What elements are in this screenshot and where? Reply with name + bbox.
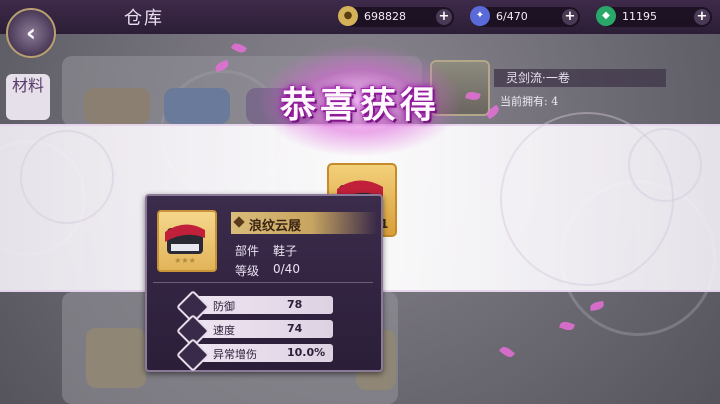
tab-materials[interactable]: 材料 (6, 74, 50, 120)
stamina-value: 6/470 (496, 10, 528, 23)
add-coins-button[interactable]: + (436, 9, 452, 25)
grid-item-slot[interactable] (86, 328, 146, 388)
jade-icon: ◆ (596, 6, 616, 26)
shoe-icon: ★★★ (165, 224, 205, 265)
level-value: 0/40 (273, 262, 300, 276)
coin-value: 698828 (364, 10, 406, 23)
jade-value: 11195 (622, 10, 657, 23)
stat-row-status-damage: 异常增伤 10.0% (187, 344, 333, 362)
selected-item-name: 灵剑流·一卷 (494, 69, 666, 87)
chevron-left-icon: ‹ (26, 19, 36, 47)
page-title: 仓库 (124, 8, 164, 29)
ring-decoration (20, 130, 114, 224)
stat-row-defense: 防御 78 (187, 296, 333, 314)
item-tooltip: ★★★ 浪纹云屐 部件 鞋子 等级 0/40 防御 78 速度 74 异常增伤 … (145, 194, 383, 372)
stat-label: 防御 (213, 300, 235, 313)
resource-counter-coins: ● 698828 + (338, 6, 454, 27)
grid-item-slot[interactable] (84, 88, 150, 124)
tooltip-item-name: 浪纹云屐 (249, 219, 302, 234)
add-stamina-button[interactable]: + (562, 9, 578, 25)
part-label: 部件 (235, 244, 260, 258)
part-value: 鞋子 (273, 244, 298, 258)
level-label: 等级 (235, 264, 260, 278)
stat-label: 速度 (213, 324, 235, 337)
stat-value: 10.0% (287, 346, 326, 359)
coin-icon: ● (338, 6, 358, 26)
stat-label: 异常增伤 (213, 348, 257, 361)
stat-value: 74 (287, 322, 303, 335)
grid-item-slot[interactable] (164, 88, 230, 124)
stat-value: 78 (287, 298, 303, 311)
svg-text:★★★: ★★★ (174, 256, 196, 265)
reward-title: 恭喜获得 (279, 84, 440, 126)
divider (153, 282, 373, 283)
add-jade-button[interactable]: + (694, 9, 710, 25)
tooltip-item-icon: ★★★ (157, 210, 217, 272)
resource-counter-jade: ◆ 11195 + (596, 6, 712, 27)
ring-decoration (628, 128, 702, 202)
stamina-icon: ✦ (470, 6, 490, 26)
resource-counter-stamina: ✦ 6/470 + (470, 6, 580, 27)
stat-row-speed: 速度 74 (187, 320, 333, 338)
selected-item-owned: 当前拥有: 4 (500, 95, 559, 108)
back-button[interactable]: ‹ (6, 8, 56, 58)
